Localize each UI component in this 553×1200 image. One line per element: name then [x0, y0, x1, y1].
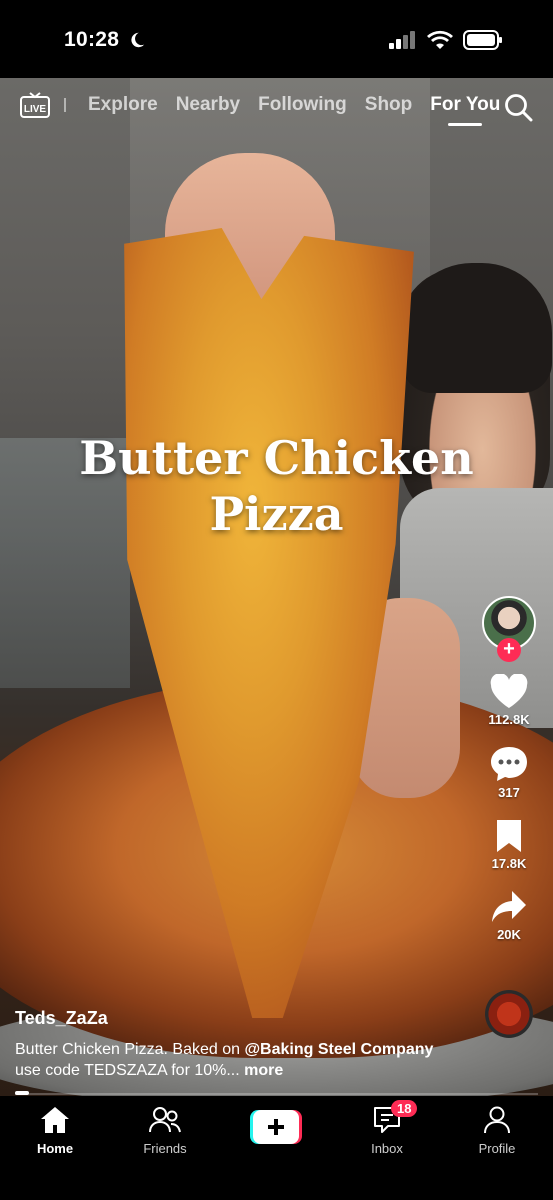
- profile-icon: [484, 1106, 510, 1134]
- caption-text[interactable]: Butter Chicken Pizza. Baked on @Baking S…: [15, 1039, 435, 1081]
- tab-nearby[interactable]: Nearby: [176, 94, 240, 116]
- nav-inbox[interactable]: Inbox: [342, 1106, 432, 1156]
- feed-tabs: Explore Nearby Following Shop For You: [88, 94, 500, 126]
- heart-icon: [490, 674, 528, 708]
- action-rail: + 112.8K 317 17.8K 20K: [473, 596, 545, 1038]
- share-count: 20K: [497, 927, 521, 942]
- create-button[interactable]: [250, 1110, 302, 1144]
- nav-friends-label: Friends: [143, 1141, 187, 1156]
- bookmark-icon: [496, 820, 521, 852]
- like-count: 112.8K: [488, 712, 530, 727]
- nav-profile-label: Profile: [478, 1141, 516, 1156]
- comment-count: 317: [498, 785, 520, 800]
- nav-divider: [64, 98, 66, 112]
- nav-inbox-label: Inbox: [371, 1141, 403, 1156]
- nav-home-label: Home: [36, 1141, 74, 1156]
- inbox-badge: 18: [391, 1100, 418, 1117]
- friends-icon: [149, 1107, 181, 1133]
- live-icon[interactable]: LIVE: [20, 92, 50, 118]
- creator-username[interactable]: Teds_ZaZa: [15, 1008, 435, 1029]
- search-icon[interactable]: [503, 92, 533, 122]
- caption-mention[interactable]: @Baking Steel Company: [244, 1041, 433, 1058]
- battery-icon: [463, 30, 502, 50]
- overlay-line-1: Butter Chicken: [79, 431, 474, 485]
- caption-more-link[interactable]: more: [244, 1062, 283, 1079]
- person-hair: [402, 263, 552, 393]
- save-button[interactable]: 17.8K: [491, 818, 527, 871]
- save-count: 17.8K: [491, 856, 527, 871]
- nav-profile[interactable]: Profile: [452, 1106, 542, 1156]
- tab-for-you[interactable]: For You: [430, 94, 500, 126]
- svg-text:LIVE: LIVE: [24, 104, 47, 115]
- tab-shop[interactable]: Shop: [365, 94, 413, 116]
- tab-following[interactable]: Following: [258, 94, 347, 116]
- bottom-navigation: Home Friends Inbox 18 Profile: [0, 1096, 553, 1200]
- top-navigation: LIVE Explore Nearby Following Shop For Y…: [0, 88, 553, 128]
- follow-button[interactable]: +: [497, 638, 521, 662]
- home-icon: [41, 1107, 69, 1133]
- progress-indicator[interactable]: [15, 1091, 29, 1095]
- nav-friends[interactable]: Friends: [120, 1106, 210, 1156]
- video-caption: Teds_ZaZa Butter Chicken Pizza. Baked on…: [15, 1008, 435, 1081]
- status-bar: 10:28: [0, 0, 553, 78]
- tab-explore[interactable]: Explore: [88, 94, 158, 116]
- video-progress-bar[interactable]: [15, 1091, 538, 1095]
- share-button[interactable]: 20K: [490, 889, 528, 942]
- status-time: 10:28: [64, 28, 120, 51]
- overlay-line-2: Pizza: [209, 487, 344, 541]
- video-text-overlay: Butter Chicken Pizza: [0, 430, 553, 542]
- share-arrow-icon: [492, 891, 526, 922]
- like-button[interactable]: 112.8K: [488, 674, 530, 727]
- nav-home[interactable]: Home: [10, 1106, 100, 1156]
- creator-avatar-group[interactable]: +: [482, 596, 536, 662]
- moon-icon: [131, 32, 145, 48]
- video-player[interactable]: [0, 78, 553, 1096]
- comment-button[interactable]: 317: [489, 745, 529, 800]
- caption-text-start: Butter Chicken Pizza. Baked on: [15, 1041, 245, 1058]
- wifi-icon: [427, 30, 453, 49]
- comment-icon: [491, 747, 527, 781]
- cellular-signal-icon: [389, 31, 415, 49]
- caption-text-end: use code TEDSZAZA for 10%...: [15, 1062, 245, 1079]
- music-disc[interactable]: [485, 990, 533, 1038]
